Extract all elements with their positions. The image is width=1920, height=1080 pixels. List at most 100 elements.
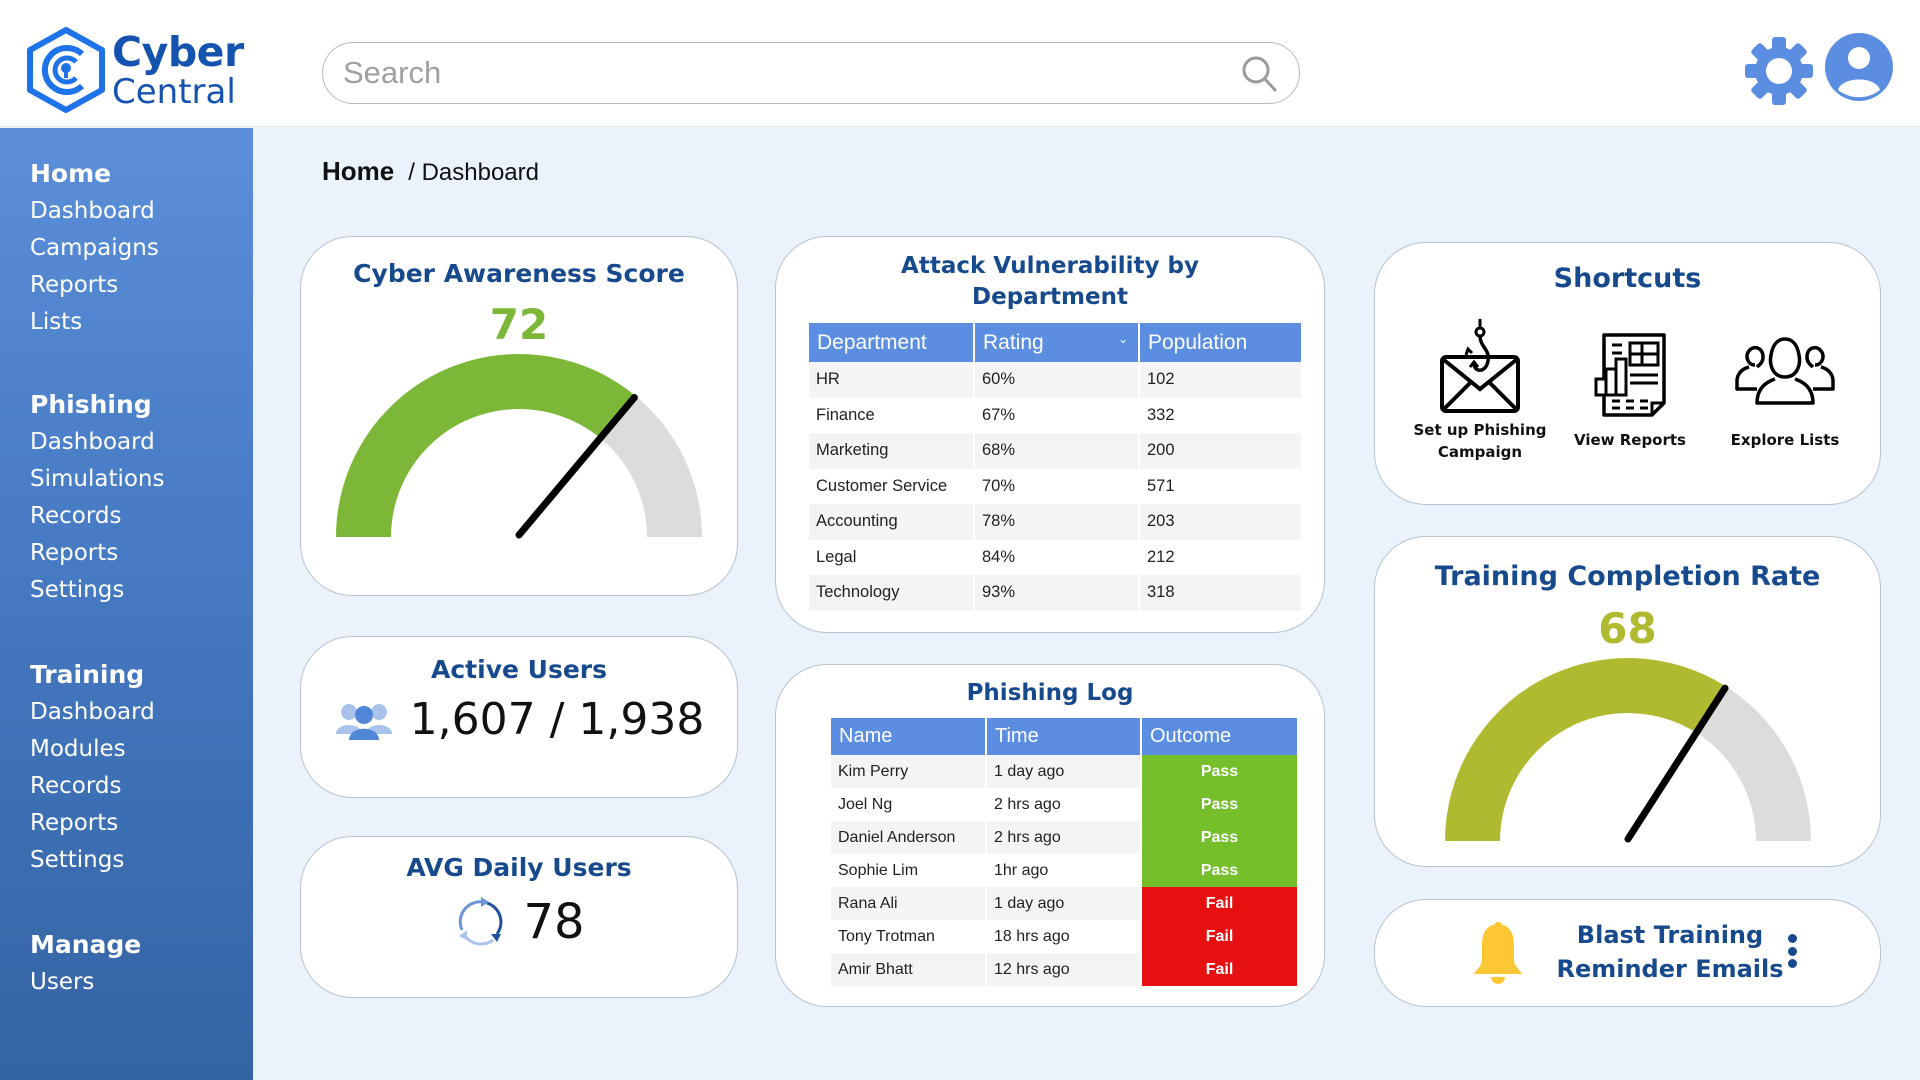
gear-icon[interactable] (1743, 35, 1815, 107)
nav-group-training: Training Dashboard Modules Records Repor… (30, 656, 155, 879)
table-row[interactable]: Rana Ali 1 day ago Fail (831, 887, 1297, 920)
name-cell: Sophie Lim (831, 854, 987, 887)
nav-heading-phishing[interactable]: Phishing (30, 386, 165, 424)
shortcut-view-reports[interactable]: View Reports (1555, 319, 1705, 451)
department-cell: Technology (809, 575, 975, 611)
nav-item-training-modules[interactable]: Modules (30, 731, 155, 768)
training-completion-value: 68 (1598, 604, 1657, 653)
rating-cell: 70% (974, 468, 1140, 504)
sort-chevron-icon[interactable]: ⌄ (1118, 332, 1128, 346)
attack-vulnerability-card: Attack Vulnerability by Department Depar… (775, 236, 1325, 633)
table-row[interactable]: Customer Service 70% 571 (809, 468, 1301, 504)
shortcut-setup-phishing-campaign[interactable]: Set up Phishing Campaign (1405, 319, 1555, 463)
shortcut-label-line2: Campaign (1437, 443, 1523, 461)
population-cell: 571 (1139, 468, 1301, 504)
shortcut-label: Set up Phishing Campaign (1405, 419, 1555, 463)
rating-cell: 78% (974, 504, 1140, 540)
phishing-log-card: Phishing Log Name Time Outcome Kim Perry… (775, 664, 1325, 1007)
nav-group-phishing: Phishing Dashboard Simulations Records R… (30, 386, 165, 609)
nav-item-training-settings[interactable]: Settings (30, 842, 155, 879)
table-row[interactable]: Legal 84% 212 (809, 539, 1301, 575)
awareness-gauge (336, 354, 702, 539)
user-avatar-icon[interactable] (1824, 32, 1894, 102)
breadcrumb-home-link[interactable]: Home (322, 156, 394, 187)
card-title-line2: Department (972, 284, 1128, 310)
nav-heading-manage[interactable]: Manage (30, 926, 141, 964)
table-row[interactable]: Technology 93% 318 (809, 575, 1301, 611)
nav-group-manage: Manage Users (30, 926, 141, 1001)
nav-item-phishing-simulations[interactable]: Simulations (30, 461, 165, 498)
rating-cell: 60% (974, 362, 1140, 398)
column-header-department[interactable]: Department (809, 323, 975, 362)
nav-item-training-records[interactable]: Records (30, 768, 155, 805)
name-cell: Joel Ng (831, 788, 987, 821)
outcome-badge: Pass (1141, 854, 1297, 887)
department-cell: HR (809, 362, 975, 398)
department-cell: Marketing (809, 433, 975, 469)
column-header-rating[interactable]: Rating ⌄ (974, 323, 1140, 362)
nav-item-home-campaigns[interactable]: Campaigns (30, 230, 159, 267)
outcome-badge: Pass (1141, 821, 1297, 854)
awareness-score-value: 72 (489, 300, 549, 349)
shortcut-label: View Reports (1555, 429, 1705, 451)
table-row[interactable]: Joel Ng 2 hrs ago Pass (831, 788, 1297, 821)
column-header-outcome[interactable]: Outcome (1141, 718, 1297, 755)
app-name-line2: Central (112, 71, 236, 112)
search-input[interactable] (343, 55, 1239, 91)
vulnerability-table: Department Rating ⌄ Population HR 60% 102 Fi… (809, 323, 1301, 611)
table-row[interactable]: Amir Bhatt 12 hrs ago Fail (831, 953, 1297, 986)
shortcut-explore-lists[interactable]: Explore Lists (1710, 319, 1860, 451)
department-cell: Customer Service (809, 468, 975, 504)
name-cell: Daniel Anderson (831, 821, 987, 854)
active-users-card: Active Users 1,607 / 1,938 (300, 636, 738, 798)
search-bar[interactable] (322, 42, 1300, 104)
rating-cell: 93% (974, 575, 1140, 611)
people-group-icon (1735, 337, 1835, 405)
rating-cell: 68% (974, 433, 1140, 469)
nav-item-home-dashboard[interactable]: Dashboard (30, 193, 159, 230)
blast-label: Blast Training Reminder Emails (1545, 918, 1795, 986)
time-cell: 1 day ago (986, 755, 1142, 788)
nav-heading-training[interactable]: Training (30, 656, 155, 694)
department-cell: Legal (809, 539, 975, 575)
bell-icon (1474, 922, 1522, 984)
rating-cell: 84% (974, 539, 1140, 575)
nav-item-manage-users[interactable]: Users (30, 964, 141, 1001)
outcome-badge: Fail (1141, 920, 1297, 953)
table-row[interactable]: Marketing 68% 200 (809, 433, 1301, 469)
breadcrumb: Home / Dashboard (322, 156, 539, 187)
nav-item-phishing-reports[interactable]: Reports (30, 535, 165, 572)
nav-item-training-dashboard[interactable]: Dashboard (30, 694, 155, 731)
column-header-population[interactable]: Population (1139, 323, 1301, 362)
nav-item-phishing-records[interactable]: Records (30, 498, 165, 535)
search-icon[interactable] (1239, 53, 1279, 93)
table-row[interactable]: Accounting 78% 203 (809, 504, 1301, 540)
kebab-menu-icon[interactable] (1786, 934, 1798, 974)
nav-item-phishing-settings[interactable]: Settings (30, 572, 165, 609)
table-row[interactable]: HR 60% 102 (809, 362, 1301, 398)
time-cell: 2 hrs ago (986, 788, 1142, 821)
training-gauge (1444, 658, 1811, 843)
table-row[interactable]: Tony Trotman 18 hrs ago Fail (831, 920, 1297, 953)
nav-heading-home[interactable]: Home (30, 155, 159, 193)
table-row[interactable]: Kim Perry 1 day ago Pass (831, 755, 1297, 788)
table-row[interactable]: Sophie Lim 1hr ago Pass (831, 854, 1297, 887)
population-cell: 332 (1139, 397, 1301, 433)
nav-item-home-lists[interactable]: Lists (30, 304, 159, 341)
card-title: Cyber Awareness Score (353, 259, 685, 288)
nav-item-training-reports[interactable]: Reports (30, 805, 155, 842)
nav-item-phishing-dashboard[interactable]: Dashboard (30, 424, 165, 461)
table-row[interactable]: Finance 67% 332 (809, 397, 1301, 433)
sidebar: Home Dashboard Campaigns Reports Lists P… (0, 128, 253, 1080)
name-cell: Amir Bhatt (831, 953, 987, 986)
outcome-badge: Fail (1141, 953, 1297, 986)
column-header-time[interactable]: Time (986, 718, 1142, 755)
blast-training-reminder-button[interactable]: Blast Training Reminder Emails (1374, 899, 1881, 1007)
avg-daily-users-card: AVG Daily Users 78 (300, 836, 738, 998)
app-logo[interactable]: Cyber Central (24, 24, 244, 116)
shortcut-label: Explore Lists (1710, 429, 1860, 451)
table-row[interactable]: Daniel Anderson 2 hrs ago Pass (831, 821, 1297, 854)
card-title: Phishing Log (966, 680, 1134, 706)
nav-item-home-reports[interactable]: Reports (30, 267, 159, 304)
column-header-name[interactable]: Name (831, 718, 987, 755)
